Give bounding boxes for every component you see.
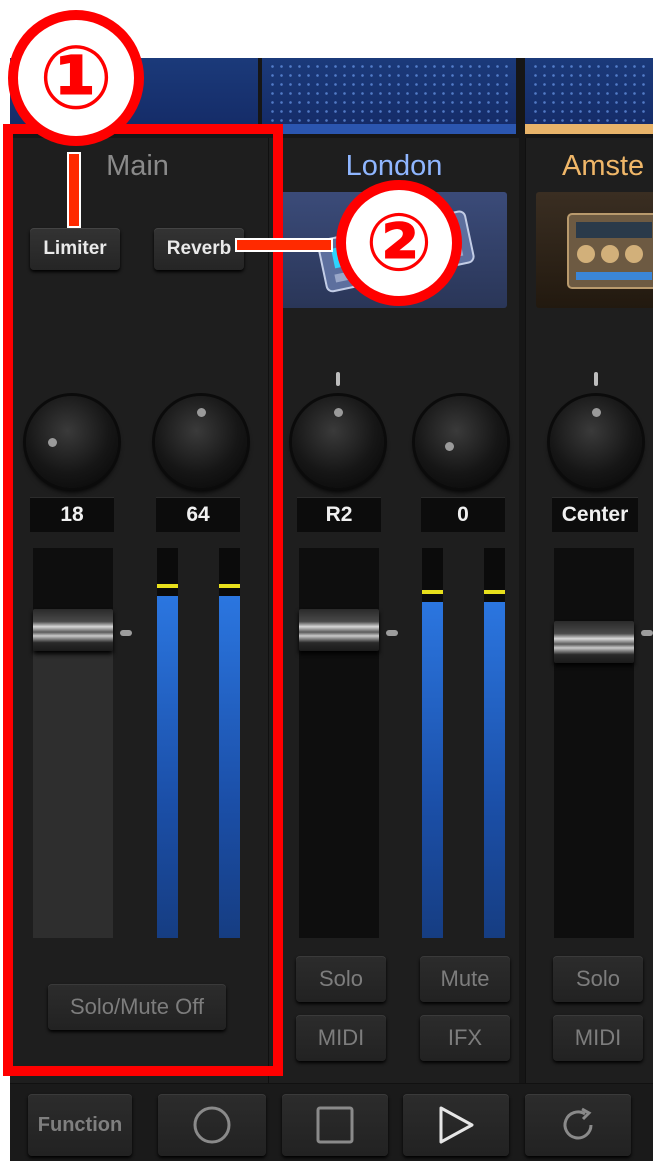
loop-refresh-icon (563, 1107, 593, 1140)
record-button[interactable] (158, 1094, 266, 1156)
london-fader-tick (386, 630, 398, 636)
loop-button[interactable] (525, 1094, 631, 1156)
amsterdam-fader-handle[interactable] (554, 621, 634, 663)
channel-london-label: London (345, 150, 443, 182)
annotation-highlight-main (3, 124, 283, 1076)
channel-amsterdam-label: Amste (562, 150, 645, 182)
annotation-number-one: ① (8, 10, 144, 146)
london-solo-button[interactable]: Solo (296, 956, 386, 1002)
london-pan-knob-tick (336, 372, 340, 386)
london-meter-right (484, 548, 505, 938)
amsterdam-fader-track[interactable] (554, 548, 634, 938)
record-circle-icon (193, 1106, 231, 1144)
london-meter-left (422, 548, 443, 938)
annotation-number-two: ② (336, 180, 462, 306)
stop-button[interactable] (282, 1094, 388, 1156)
london-ifx-button[interactable]: IFX (420, 1015, 510, 1061)
channel-amsterdam: Amste Center Solo MIDI (525, 138, 653, 1138)
play-triangle-icon (439, 1106, 474, 1144)
london-mute-button[interactable]: Mute (420, 956, 510, 1002)
top-strip-london[interactable] (262, 58, 516, 134)
london-send-value: 0 (421, 497, 505, 532)
annotation-pointer-two (235, 238, 333, 252)
london-send-knob[interactable] (415, 396, 507, 488)
london-pan-knob[interactable] (292, 396, 384, 488)
london-midi-button[interactable]: MIDI (296, 1015, 386, 1061)
london-fader-handle[interactable] (299, 609, 379, 651)
amsterdam-solo-button[interactable]: Solo (553, 956, 643, 1002)
transport-toolbar: Function (10, 1083, 653, 1161)
amsterdam-pan-knob[interactable] (550, 396, 642, 488)
amsterdam-midi-button[interactable]: MIDI (553, 1015, 643, 1061)
amsterdam-instrument-image[interactable] (536, 192, 653, 308)
amsterdam-pan-value: Center (552, 497, 638, 532)
london-pan-value: R2 (297, 497, 381, 532)
play-button[interactable] (403, 1094, 509, 1156)
top-strip-amsterdam[interactable] (525, 58, 653, 134)
amsterdam-fader-tick (641, 630, 653, 636)
london-fader-track[interactable] (299, 548, 379, 938)
function-button[interactable]: Function (28, 1094, 132, 1156)
amsterdam-pan-knob-tick (594, 372, 598, 386)
annotation-pointer-one (67, 152, 81, 228)
stop-square-icon (316, 1106, 354, 1144)
